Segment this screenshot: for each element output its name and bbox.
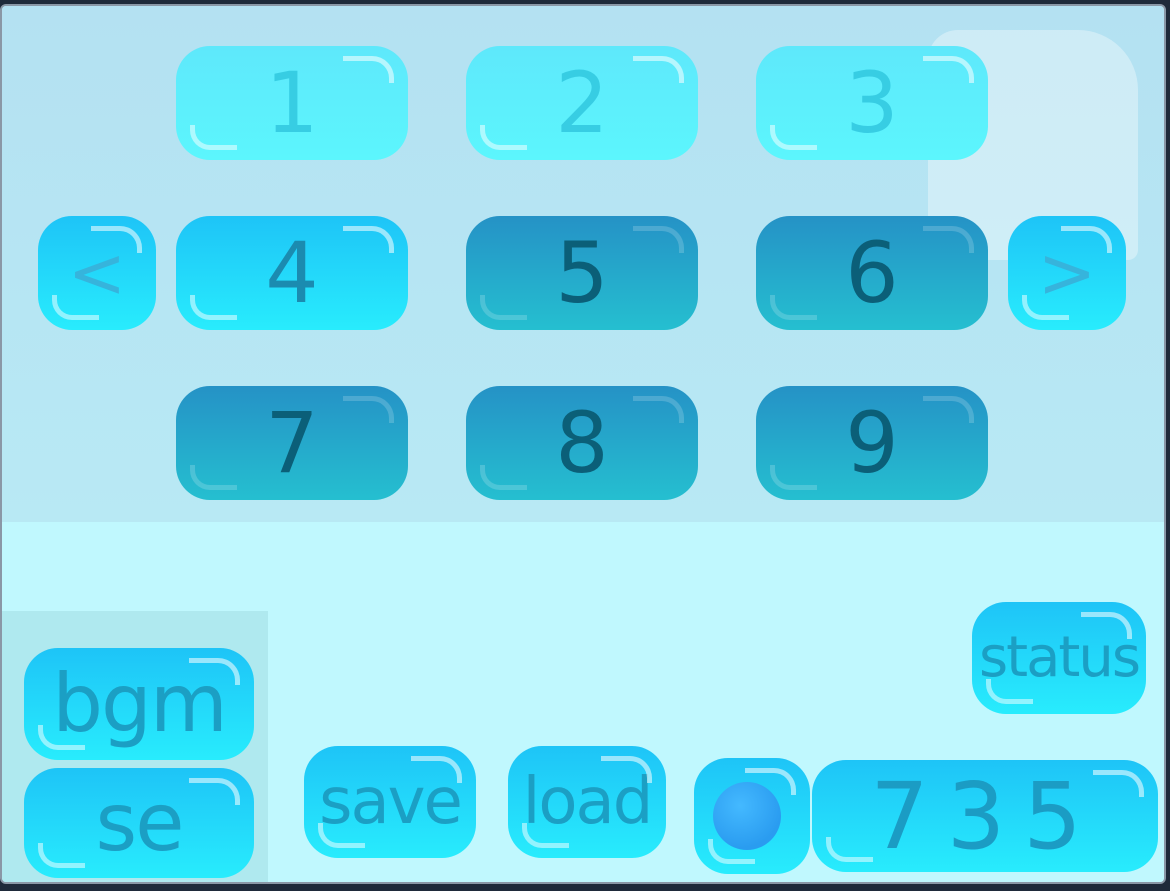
score-display: 735 (812, 760, 1158, 872)
load-button[interactable]: load (508, 746, 666, 858)
stage-select-panel: 1 2 3 < 4 5 6 > 7 8 9 (2, 6, 1164, 522)
stage-button-5[interactable]: 5 (466, 216, 698, 330)
stage-button-9[interactable]: 9 (756, 386, 988, 500)
stage-button-8[interactable]: 8 (466, 386, 698, 500)
game-screen: 1 2 3 < 4 5 6 > 7 8 9 bgm se save load 7… (0, 4, 1166, 884)
score-value: 735 (870, 762, 1100, 870)
next-page-button[interactable]: > (1008, 216, 1126, 330)
stage-button-4[interactable]: 4 (176, 216, 408, 330)
prev-page-button[interactable]: < (38, 216, 156, 330)
stage-button-3[interactable]: 3 (756, 46, 988, 160)
stage-button-6[interactable]: 6 (756, 216, 988, 330)
se-toggle-button[interactable]: se (24, 768, 254, 878)
blue-orb-icon (713, 782, 781, 850)
stage-button-2[interactable]: 2 (466, 46, 698, 160)
orb-button[interactable] (694, 758, 810, 874)
stage-button-7[interactable]: 7 (176, 386, 408, 500)
bgm-toggle-button[interactable]: bgm (24, 648, 254, 760)
status-button[interactable]: status (972, 602, 1146, 714)
save-button[interactable]: save (304, 746, 476, 858)
stage-button-1[interactable]: 1 (176, 46, 408, 160)
